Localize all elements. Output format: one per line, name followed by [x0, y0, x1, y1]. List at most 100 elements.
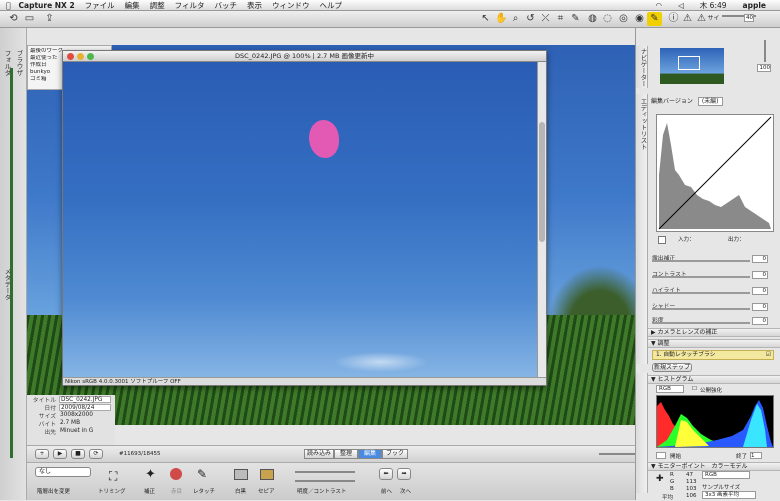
monitor-point-header[interactable]: ▼ モニターポイント カラーモデル — [648, 462, 780, 471]
arrow-tool-icon[interactable]: ↖ — [478, 12, 493, 26]
divider — [10, 68, 13, 458]
cp-black-icon[interactable]: ◍ — [585, 12, 600, 26]
tab-organize[interactable]: 整理 — [334, 449, 358, 459]
scroll-thumb[interactable] — [539, 122, 545, 242]
clock[interactable]: 木 6:49 — [700, 0, 727, 11]
menu-adjust[interactable]: 調整 — [150, 0, 165, 11]
cp-white-icon[interactable]: ◌ — [600, 12, 615, 26]
hand-tool-icon[interactable]: ✋ — [494, 12, 509, 26]
meta-value[interactable]: DSC_0242.JPG — [59, 395, 111, 403]
zoom-tool-icon[interactable]: ⌕ — [508, 12, 523, 26]
menu-edit[interactable]: 編集 — [125, 0, 140, 11]
menu-help[interactable]: ヘルプ — [320, 0, 343, 11]
histogram-header[interactable]: ▼ ヒストグラム — [648, 375, 780, 384]
menu-window[interactable]: ウィンドウ — [272, 0, 310, 11]
prev-arrow-icon[interactable]: ⬅ — [379, 468, 393, 480]
color-model-select[interactable]: RGB — [702, 471, 750, 479]
saturation-slider[interactable] — [652, 322, 750, 324]
highlight-value[interactable]: 0 — [752, 287, 768, 295]
sepia-icon[interactable] — [260, 469, 274, 480]
saturation-value[interactable]: 0 — [752, 317, 768, 325]
navigator-tab[interactable]: ナビゲーター — [636, 46, 648, 88]
adjust-header[interactable]: ▼ 調整 — [648, 339, 780, 348]
sepia-label: セピア — [258, 489, 275, 495]
start-value[interactable] — [656, 452, 666, 459]
menu-file[interactable]: ファイル — [85, 0, 115, 11]
highlight-slider[interactable] — [652, 292, 750, 294]
auto-retouch-icon[interactable]: ✎ — [647, 12, 662, 26]
sample-size-select[interactable]: 3x3 画素平均 — [702, 491, 756, 499]
end-value[interactable]: 1 — [750, 452, 762, 459]
menu-filter[interactable]: フィルタ — [175, 0, 205, 11]
contrast-slider[interactable] — [295, 480, 355, 482]
user-name[interactable]: apple — [743, 1, 766, 10]
eye-icon[interactable]: ◉ — [632, 12, 647, 26]
share-icon[interactable]: ⇪ — [42, 12, 57, 26]
bw-icon[interactable] — [234, 469, 248, 480]
vertical-scrollbar[interactable] — [537, 62, 546, 378]
exposure-value[interactable]: 0 — [752, 255, 768, 263]
tab-browser[interactable]: ブラウザ — [14, 50, 24, 76]
zoom-slider[interactable] — [764, 40, 766, 62]
contrast-value[interactable]: 0 — [752, 271, 768, 279]
add-icon[interactable]: + — [35, 449, 49, 459]
menu-view[interactable]: 表示 — [247, 0, 262, 11]
edited-image[interactable] — [63, 62, 539, 378]
camera-lens-header[interactable]: ▶ カメラとレンズの補正 — [648, 328, 780, 337]
tab-edit[interactable]: 編集 — [358, 449, 382, 459]
eyedropper-icon[interactable]: ✚ — [656, 474, 664, 484]
loop-icon[interactable]: ⟳ — [89, 449, 103, 459]
thumb-size-slider[interactable] — [599, 453, 635, 455]
crop-icon[interactable]: ⛶ — [109, 469, 117, 484]
volume-icon[interactable]: ◁ — [678, 1, 684, 10]
step-checkbox-icon[interactable]: ☑ — [766, 351, 771, 359]
navigator-thumbnail[interactable] — [660, 48, 724, 84]
brightness-slider[interactable] — [295, 471, 355, 473]
redeye-icon[interactable] — [170, 468, 182, 480]
info-icon[interactable]: ⓘ — [666, 12, 681, 26]
next-arrow-icon[interactable]: ➡ — [397, 468, 411, 480]
rotate-tool-icon[interactable]: ↺ — [523, 12, 538, 26]
edit-list-tab[interactable]: エディットリスト — [636, 94, 648, 364]
preset-select[interactable]: なし — [35, 467, 91, 477]
navigator-viewport[interactable] — [678, 56, 700, 70]
menu-batch[interactable]: バッチ — [215, 0, 238, 11]
version-select[interactable]: (未編) — [697, 97, 723, 106]
tab-book[interactable]: ブック — [382, 449, 408, 459]
apple-icon[interactable]:  — [6, 1, 11, 10]
play-icon[interactable]: ▶ — [53, 449, 67, 459]
histogram-tab[interactable] — [636, 373, 648, 493]
cp-neutral-icon[interactable]: ◎ — [616, 12, 631, 26]
zoom-value[interactable]: 100 — [757, 64, 771, 72]
wand-icon[interactable]: ✦ — [145, 467, 156, 482]
window-titlebar[interactable]: DSC_0242.JPG @ 100% | 2.7 MB 画像更新中 — [63, 51, 546, 62]
tab-import[interactable]: 読み込み — [304, 449, 334, 459]
alert-icon[interactable]: ⚠ — [680, 12, 695, 26]
retouch-brush-icon[interactable]: ✎ — [197, 467, 207, 481]
curves-graph[interactable] — [656, 114, 774, 232]
auto-retouch-step[interactable]: 1. 自動レタッチブラシ ☑ — [652, 350, 774, 360]
prev-label: 前へ — [381, 489, 393, 495]
back-icon[interactable]: ⟲ — [6, 12, 21, 26]
crop-tool-icon[interactable]: ⌗ — [553, 12, 568, 26]
exposure-slider[interactable] — [652, 260, 750, 262]
size-value[interactable]: 40 — [744, 14, 754, 22]
shadow-value[interactable]: 0 — [752, 303, 768, 311]
print-icon[interactable]: ▭ — [22, 12, 37, 26]
zoom-icon[interactable] — [87, 53, 94, 60]
menu-app[interactable]: Capture NX 2 — [19, 1, 75, 10]
rgb-b-label: B — [670, 486, 674, 492]
wifi-icon[interactable]: ◠ — [655, 1, 662, 10]
meta-value[interactable]: 2009/08/24 — [59, 403, 111, 411]
close-icon[interactable] — [67, 53, 74, 60]
stop-icon[interactable]: ■ — [71, 449, 85, 459]
histogram-mode-select[interactable]: RGB — [656, 385, 684, 393]
histogram-check-icon[interactable]: ☐ — [692, 386, 697, 392]
contrast-slider-r[interactable] — [652, 276, 750, 278]
brush-tool-icon[interactable]: ✎ — [568, 12, 583, 26]
eyedropper-icon[interactable] — [658, 236, 666, 244]
minimize-icon[interactable] — [77, 53, 84, 60]
new-step-button[interactable]: 新規ステップ — [652, 363, 692, 372]
shadow-slider[interactable] — [652, 308, 750, 310]
straighten-tool-icon[interactable]: ⤫ — [538, 12, 553, 26]
